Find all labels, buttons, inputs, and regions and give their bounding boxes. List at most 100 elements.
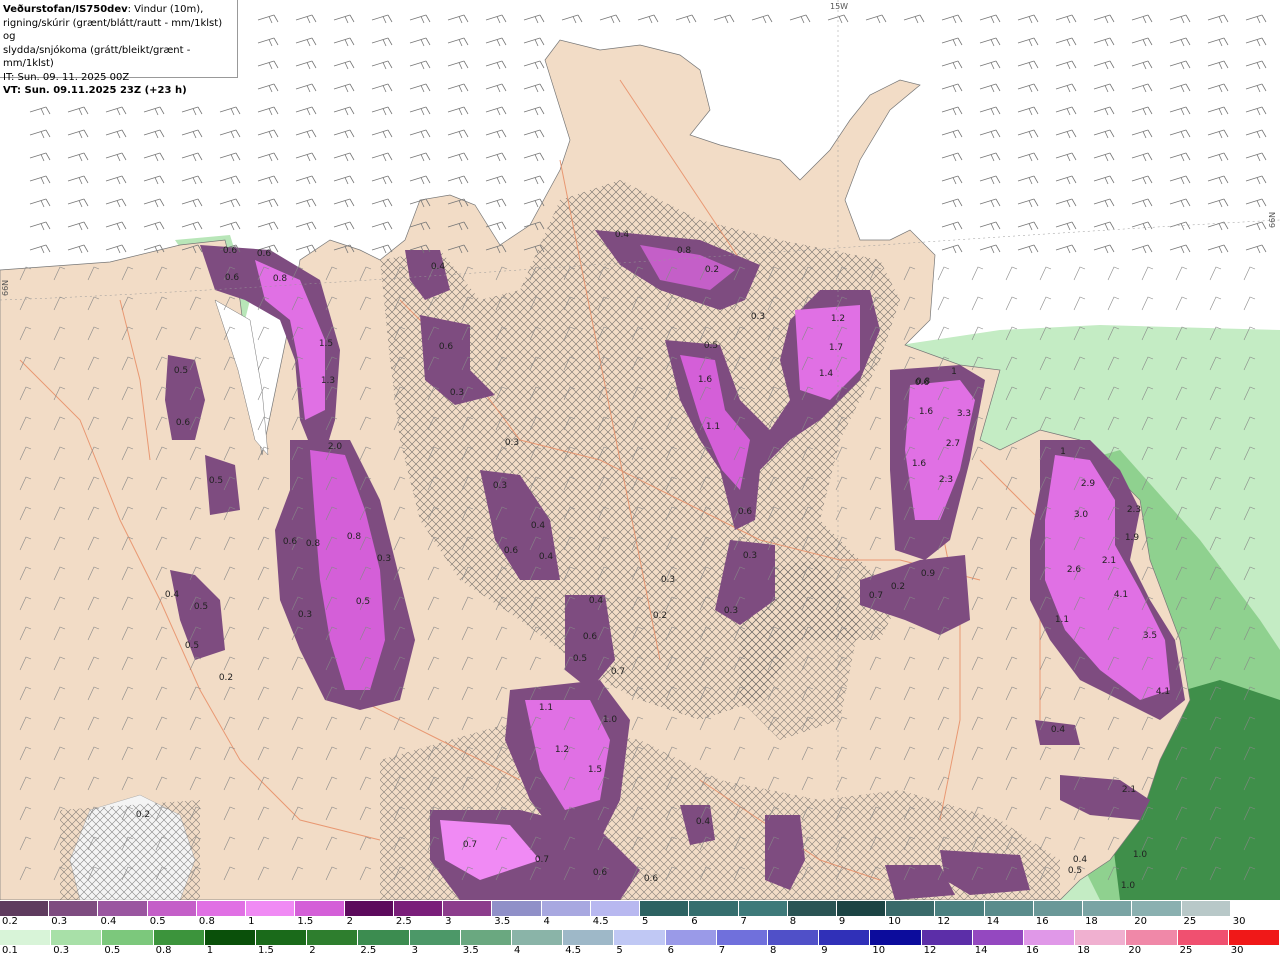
legend-label: 18	[1077, 945, 1090, 956]
precip-value-label: 1.0	[603, 715, 618, 725]
precip-value-label: 0.3	[298, 610, 312, 620]
precip-value-label: 1.6	[698, 375, 713, 385]
precip-value-label: 0.6	[644, 874, 659, 884]
legend-swatch	[102, 930, 154, 945]
legend-label: 16	[1035, 916, 1049, 927]
map-info-box: Veðurstofan/IS750dev: Vindur (10m), rign…	[0, 0, 238, 96]
legend-swatch	[1230, 901, 1280, 916]
legend-label: 10	[888, 916, 901, 927]
legend-label: 4	[543, 916, 550, 927]
precip-value-label: 0.8	[306, 539, 321, 549]
legend-label: 0.8	[198, 916, 215, 927]
legend-label: 4	[514, 945, 521, 956]
legend-label: 9	[821, 945, 828, 956]
legend-label: 0.5	[149, 916, 166, 927]
legend-swatch	[153, 930, 205, 945]
precip-value-label: 2.9	[1081, 479, 1096, 489]
legend-swatch	[1126, 930, 1178, 945]
legend-label: 1	[248, 916, 255, 927]
legend-swatch	[307, 930, 359, 945]
legend-label: 6	[691, 916, 698, 927]
legend-label: 20	[1128, 945, 1142, 956]
legend-swatch	[665, 930, 717, 945]
legend-swatch	[49, 901, 99, 916]
lat-label-right: 66N	[1268, 211, 1277, 228]
info-line1: Veðurstofan/IS750dev: Vindur (10m),	[3, 4, 204, 15]
precip-value-label: 4.1	[1156, 687, 1170, 697]
legend-swatch	[344, 901, 394, 916]
legend-label: 5	[642, 916, 649, 927]
precip-value-label: 0.8	[273, 274, 288, 284]
legend-swatch	[1083, 901, 1133, 916]
legend-swatch	[0, 901, 50, 916]
info-line2: rigning/skúrir (grænt/blátt/rautt - mm/1…	[3, 17, 223, 43]
precip-value-label: 0.4	[589, 596, 604, 606]
precip-value-label: 0.5	[704, 341, 718, 351]
legend-label: 1.5	[297, 916, 314, 927]
legend-swatch	[1177, 930, 1229, 945]
legend-swatch	[1132, 901, 1182, 916]
legend-swatch	[640, 901, 690, 916]
precip-value-label: 0.9	[921, 569, 936, 579]
precip-value-label: 0.6	[738, 507, 753, 517]
legend-label: 4.5	[565, 945, 582, 956]
precip-value-label: 2.1	[1102, 556, 1116, 566]
legend-swatch	[984, 901, 1034, 916]
precip-value-label: 0.5	[356, 597, 370, 607]
legend-swatch	[768, 930, 820, 945]
legend-swatch	[460, 930, 513, 945]
precip-value-label: 0.3	[743, 551, 757, 561]
legend-label: 10	[872, 945, 886, 956]
precip-value-label: 0.2	[705, 265, 719, 275]
precip-value-label: 0.5	[573, 654, 587, 664]
legend-label: 0.8	[155, 945, 172, 956]
precip-value-label: 0.4	[1051, 725, 1066, 735]
legend-swatch	[0, 930, 52, 945]
precip-value-label: 0.4	[1073, 855, 1088, 865]
precip-value-label: 0.6	[176, 418, 191, 428]
precip-value-label: 0.4	[431, 262, 446, 272]
precip-value-label: 1	[1060, 447, 1066, 457]
precip-value-label: 0.2	[136, 810, 150, 820]
precip-value-label: 0.7	[463, 840, 477, 850]
legend-swatch	[886, 901, 936, 916]
precip-value-label: 0.7	[535, 855, 549, 865]
legend-label: 30	[1232, 916, 1246, 927]
precip-value-label: 0.7	[869, 591, 883, 601]
precip-value-label: 0.8	[347, 532, 362, 542]
legend-rain-swatches	[0, 930, 1280, 945]
info-line3: slydda/snjókoma (grátt/bleikt/grænt - mm…	[3, 44, 191, 70]
legend-swatch	[787, 901, 837, 916]
legend-label: 18	[1085, 916, 1098, 927]
precip-value-label: 0.4	[531, 521, 546, 531]
legend-label: 25	[1183, 916, 1197, 927]
precip-value-label: 1.4	[819, 369, 834, 379]
legend-rain-labels: 0.1 0.3 0.5 0.8 1 1.5 2 2.5 3 3.5 4 4.5 5 6 7 8 9 10 12 14 1…	[0, 945, 1280, 958]
precip-value-label: 1.9	[1125, 533, 1140, 543]
legend-label: 12	[937, 916, 951, 927]
legend-swatch	[563, 930, 615, 945]
precip-value-label: 1.5	[319, 339, 333, 349]
legend-label: 7	[718, 945, 726, 956]
precip-value-label: 0.5	[209, 476, 223, 486]
precip-value-label: 0.6	[583, 632, 598, 642]
init-time: IT: Sun. 09. 11. 2025 00Z	[3, 71, 130, 83]
precip-value-label: 0.4	[539, 552, 554, 562]
precip-value-label: 1.2	[831, 314, 845, 324]
precip-value-label: 2.0	[328, 442, 343, 452]
legend-snow-labels: 0.2 0.3 0.4 0.5 0.8 1 1.5 2 2.5 3 3.5 4 4.5 5 6 7 8 9 10 12…	[0, 916, 1280, 929]
precip-value-label: 1.2	[555, 745, 569, 755]
valid-time: VT: Sun. 09.11.2025 23Z (+23 h)	[3, 85, 187, 96]
legend-swatch	[358, 930, 410, 945]
precip-value-label: 1.7	[829, 343, 843, 353]
legend-label: 1.5	[258, 945, 274, 956]
precip-value-label: 0.5	[185, 641, 199, 651]
precip-value-label: 0.4	[696, 817, 711, 827]
precip-value-label: 0.3	[450, 388, 464, 398]
legend-label: 7	[740, 916, 747, 927]
legend-label: 25	[1179, 945, 1193, 956]
legend-swatch	[1181, 901, 1231, 916]
legend-swatch	[393, 901, 444, 916]
legend-label: 6	[667, 945, 674, 956]
precip-value-label: 1	[951, 367, 957, 377]
